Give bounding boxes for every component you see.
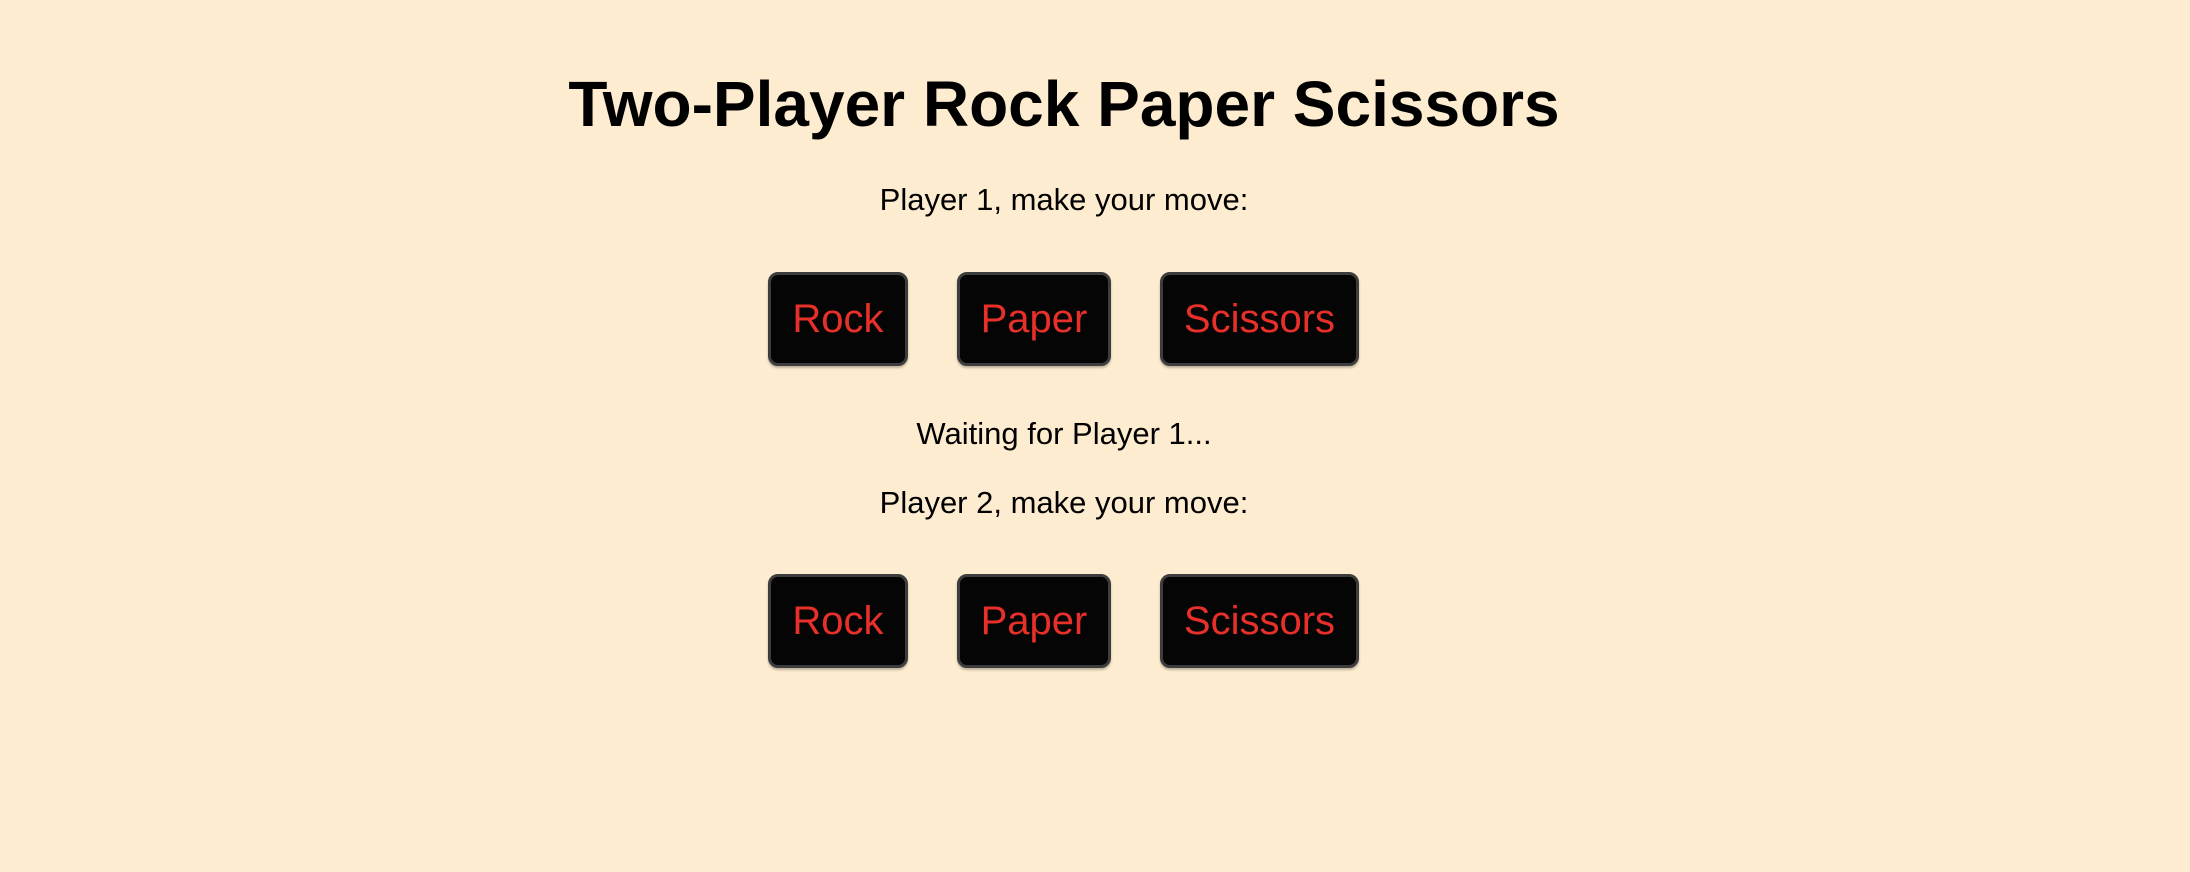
player1-rock-button[interactable]: Rock [768, 272, 908, 366]
player1-prompt: Player 1, make your move: [879, 182, 1249, 217]
player2-paper-button[interactable]: Paper [957, 574, 1111, 668]
game-page: Two-Player Rock Paper Scissors Player 1,… [0, 0, 2128, 872]
player2-scissors-button[interactable]: Scissors [1160, 574, 1359, 668]
player1-paper-button[interactable]: Paper [957, 272, 1111, 366]
game-status: Waiting for Player 1... [916, 416, 1212, 451]
player1-move-buttons: Rock Paper Scissors [0, 272, 2128, 366]
player2-prompt: Player 2, make your move: [879, 485, 1249, 520]
player2-rock-button[interactable]: Rock [768, 574, 908, 668]
page-title: Two-Player Rock Paper Scissors [568, 68, 1560, 140]
player2-move-buttons: Rock Paper Scissors [0, 574, 2128, 668]
player1-scissors-button[interactable]: Scissors [1160, 272, 1359, 366]
